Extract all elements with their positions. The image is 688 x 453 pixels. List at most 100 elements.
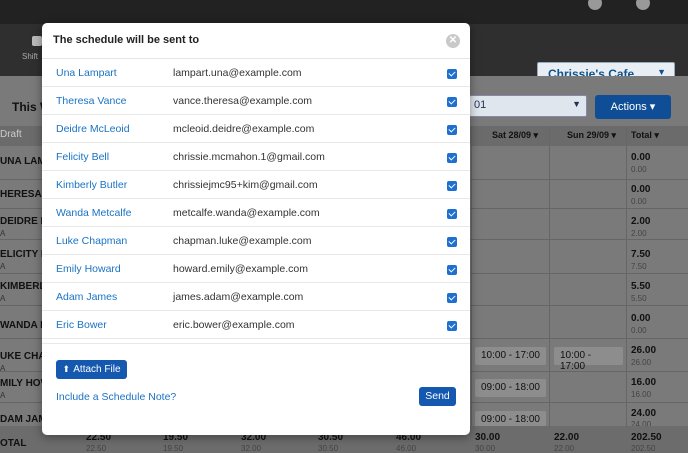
top-bar: [0, 0, 688, 24]
row-role: A: [0, 391, 6, 400]
row-role: A: [0, 294, 6, 303]
row-total: 5.50: [631, 281, 651, 292]
recipient-email: mcleoid.deidre@example.com: [173, 123, 315, 135]
draft-badge: Draft: [0, 129, 22, 140]
recipient-checkbox[interactable]: [447, 97, 457, 107]
recipient-name[interactable]: Luke Chapman: [56, 235, 127, 247]
recipient-name[interactable]: Kimberly Butler: [56, 179, 127, 191]
shift-cell[interactable]: 09:00 - 18:00: [475, 379, 546, 397]
row-total: 26.00: [631, 345, 657, 356]
row-total-sub: 0.00: [631, 326, 647, 335]
recipient-checkbox[interactable]: [447, 321, 457, 331]
column-header-total[interactable]: Total ▾: [631, 130, 659, 141]
recipient-checkbox[interactable]: [447, 69, 457, 79]
column-divider: [626, 126, 627, 426]
recipient-row: Deidre McLeoid mcleoid.deidre@example.co…: [42, 115, 470, 143]
shift-cell[interactable]: 10:00 - 17:00: [475, 347, 546, 365]
recipient-checkbox[interactable]: [447, 181, 457, 191]
actions-button[interactable]: Actions ▾: [595, 95, 671, 119]
totals-sub: 202.50: [631, 444, 656, 453]
column-divider: [549, 126, 550, 426]
modal-header: The schedule will be sent to ✕: [42, 23, 470, 59]
recipient-email: chrissiejmc95+kim@gmail.com: [173, 179, 318, 191]
totals-sub: 30.00: [475, 444, 496, 453]
recipient-name[interactable]: Emily Howard: [56, 263, 121, 275]
chevron-down-icon: ▼: [572, 99, 581, 109]
row-total: 0.00: [631, 152, 651, 163]
recipient-checkbox[interactable]: [447, 293, 457, 303]
recipient-row: Adam James james.adam@example.com: [42, 283, 470, 311]
recipient-list: Una Lampart lampart.una@example.com Ther…: [42, 59, 470, 341]
recipient-name[interactable]: Eric Bower: [56, 319, 107, 331]
row-total-sub: 5.50: [631, 294, 647, 303]
row-total: 0.00: [631, 313, 651, 324]
recipient-name[interactable]: Theresa Vance: [56, 95, 126, 107]
totals-value: 30.00: [475, 432, 501, 443]
modal-divider: [42, 343, 470, 344]
recipient-row: Luke Chapman chapman.luke@example.com: [42, 227, 470, 255]
recipient-email: howard.emily@example.com: [173, 263, 308, 275]
row-total: 7.50: [631, 249, 651, 260]
recipient-row: Wanda Metcalfe metcalfe.wanda@example.co…: [42, 199, 470, 227]
recipient-checkbox[interactable]: [447, 209, 457, 219]
shift-icon: [32, 36, 42, 46]
row-role: A: [0, 229, 6, 238]
totals-sub: 32.00: [241, 444, 262, 453]
row-role: A: [0, 262, 6, 271]
row-total-sub: 0.00: [631, 165, 647, 174]
recipient-row: Kimberly Butler chrissiejmc95+kim@gmail.…: [42, 171, 470, 199]
column-header-sun[interactable]: Sun 29/09 ▾: [567, 130, 616, 141]
totals-sub: 19.50: [163, 444, 184, 453]
recipient-checkbox[interactable]: [447, 153, 457, 163]
recipient-name[interactable]: Wanda Metcalfe: [56, 207, 131, 219]
recipient-name[interactable]: Felicity Bell: [56, 151, 109, 163]
attach-file-button[interactable]: ⬆ Attach File: [56, 360, 127, 379]
row-total-sub: 2.00: [631, 229, 647, 238]
upload-icon: ⬆: [62, 364, 71, 374]
recipient-email: james.adam@example.com: [173, 291, 304, 303]
recipient-row: Una Lampart lampart.una@example.com: [42, 59, 470, 87]
recipient-row: Felicity Bell chrissie.mcmahon.1@gmail.c…: [42, 143, 470, 171]
totals-value: 202.50: [631, 432, 662, 443]
row-total: 24.00: [631, 408, 657, 419]
row-total-sub: 16.00: [631, 390, 652, 399]
shift-cell[interactable]: 10:00 - 17:00: [554, 347, 623, 372]
row-total: 0.00: [631, 184, 651, 195]
recipient-email: chrissie.mcmahon.1@gmail.com: [173, 151, 325, 163]
close-icon[interactable]: ✕: [446, 34, 460, 48]
date-range-select[interactable]: 01 ▼: [469, 95, 587, 117]
recipient-checkbox[interactable]: [447, 265, 457, 275]
recipient-checkbox[interactable]: [447, 237, 457, 247]
recipient-row: Emily Howard howard.emily@example.com: [42, 255, 470, 283]
totals-sub: 30.50: [318, 444, 339, 453]
recipient-row: Theresa Vance vance.theresa@example.com: [42, 87, 470, 115]
recipient-email: lampart.una@example.com: [173, 67, 302, 79]
info-icon[interactable]: [588, 0, 602, 10]
recipient-name[interactable]: Deidre McLeoid: [56, 123, 130, 135]
attach-file-label: Attach File: [73, 364, 121, 375]
nav-shift-label[interactable]: Shift: [22, 52, 38, 61]
row-total-sub: 7.50: [631, 262, 647, 271]
user-icon[interactable]: [636, 0, 650, 10]
recipient-name[interactable]: Una Lampart: [56, 67, 117, 79]
totals-sub: 46.00: [396, 444, 417, 453]
date-range-value: 01: [474, 99, 487, 111]
send-schedule-modal: The schedule will be sent to ✕ Una Lampa…: [42, 23, 470, 435]
send-button[interactable]: Send: [419, 387, 456, 406]
recipient-checkbox[interactable]: [447, 125, 457, 135]
column-divider: [471, 126, 472, 426]
modal-title: The schedule will be sent to: [53, 34, 200, 46]
row-total: 2.00: [631, 216, 651, 227]
row-total-sub: 0.00: [631, 197, 647, 206]
totals-sub: 22.50: [86, 444, 107, 453]
recipient-email: vance.theresa@example.com: [173, 95, 313, 107]
recipient-email: chapman.luke@example.com: [173, 235, 312, 247]
recipient-email: eric.bower@example.com: [173, 319, 295, 331]
recipient-name[interactable]: Adam James: [56, 291, 117, 303]
recipient-email: metcalfe.wanda@example.com: [173, 207, 320, 219]
totals-sub: 22.00: [554, 444, 575, 453]
row-total-sub: 26.00: [631, 358, 652, 367]
recipient-row: Eric Bower eric.bower@example.com: [42, 311, 470, 339]
schedule-note-link[interactable]: Include a Schedule Note?: [56, 391, 176, 403]
column-header-sat[interactable]: Sat 28/09 ▾: [492, 130, 538, 141]
